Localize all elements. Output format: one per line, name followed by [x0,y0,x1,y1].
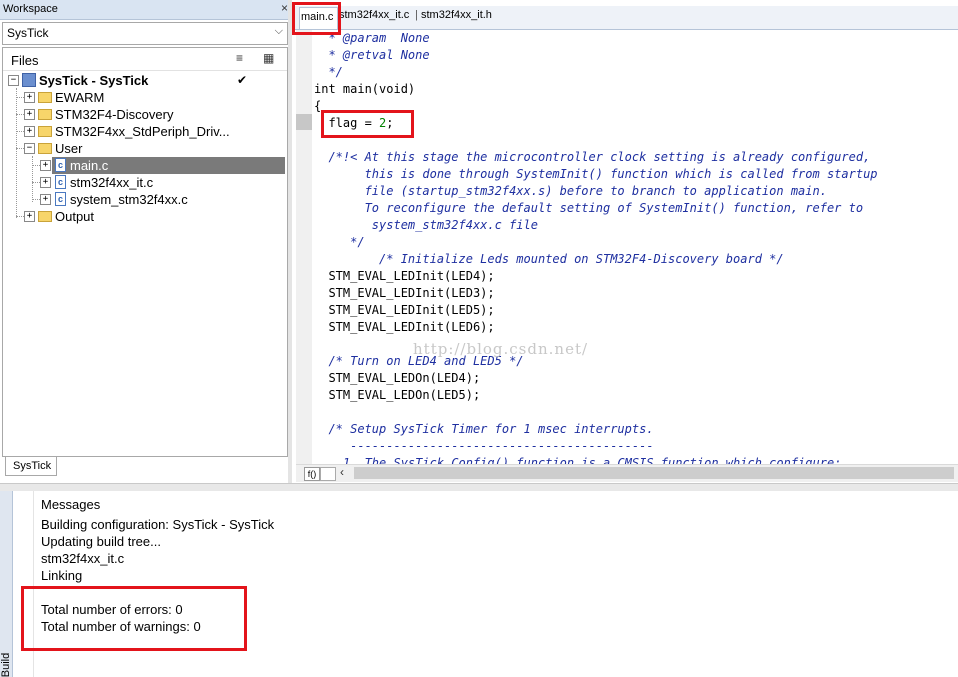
tree-item-ewarm[interactable]: + EWARM [3,89,285,106]
build-message[interactable]: Linking [41,568,82,583]
function-navigator-button[interactable]: f() [304,467,320,481]
tree-item-user[interactable]: − User [3,140,285,157]
code-line: */ [314,65,343,79]
settings-icon[interactable]: ▦ [263,51,274,65]
build-message[interactable]: stm32f4xx_it.c [41,551,124,566]
configuration-select[interactable]: SysTick ⌵ [2,22,288,45]
tree-item-label: main.c [70,158,109,173]
code-line: system_stm32f4xx.c file [314,218,538,232]
code-line: STM_EVAL_LEDOn(LED5); [314,388,481,402]
expand-icon[interactable]: + [40,177,51,188]
code-line: int main(void) [314,82,416,96]
code-line: STM_EVAL_LEDOn(LED4); [314,371,481,385]
code-editor[interactable]: * @param None * @retval None */ int main… [314,30,958,464]
tree-item-label: STM32F4xx_StdPeriph_Driv... [55,124,230,139]
tab-stm32f4xx-it-c[interactable]: stm32f4xx_it.c [339,9,409,21]
tree-item-label: Output [55,209,95,224]
folder-icon [38,109,52,120]
files-header: Files ≡ ▦ [3,48,287,71]
tree-item-label: STM32F4-Discovery [55,107,174,122]
messages-header: Messages [41,497,101,512]
collapse-icon[interactable]: − [8,75,19,86]
chevron-down-icon[interactable]: ⌵ [275,25,283,38]
code-line: STM_EVAL_LEDInit(LED4); [314,269,495,283]
build-tab-label: Build [0,652,13,677]
expand-icon[interactable]: + [40,194,51,205]
c-file-icon: c [55,175,66,189]
expand-icon[interactable]: + [24,92,35,103]
expand-icon[interactable]: + [24,126,35,137]
tab-separator: | [415,9,418,21]
folder-open-icon [38,143,52,154]
files-label: Files [11,53,39,68]
tree-item-discovery[interactable]: + STM32F4-Discovery [3,106,285,123]
tree-item-system-stm32f4xx-c[interactable]: + c system_stm32f4xx.c [3,191,285,208]
close-icon[interactable]: × [281,1,288,15]
tree-project-label: SysTick - SysTick [39,73,149,88]
expand-icon[interactable]: + [24,109,35,120]
workspace-title-bar: Workspace × [0,0,292,20]
scroll-box[interactable] [320,467,336,481]
configuration-value: SysTick [7,26,49,40]
annotation-box-tab [292,2,341,35]
code-line: ----------------------------------------… [314,439,654,453]
options-icon[interactable]: ≡ [236,51,243,65]
editor-gutter [296,30,312,464]
scroll-left-icon[interactable]: ‹ [340,465,344,479]
c-file-icon: c [55,192,66,206]
current-line-marker [296,114,312,130]
code-line: STM_EVAL_LEDInit(LED5); [314,303,495,317]
watermark-text: http://blog.csdn.net/ [413,340,589,358]
code-line: STM_EVAL_LEDInit(LED6); [314,320,495,334]
c-file-icon: c [55,158,66,172]
tree-item-label: system_stm32f4xx.c [70,192,188,207]
workspace-title: Workspace [3,3,58,15]
project-icon [22,73,36,87]
annotation-box-build-result [21,586,247,651]
tree-item-label: EWARM [55,90,105,105]
files-tree-panel: Files ≡ ▦ − SysTick - SysTick ✔ + EWARM … [2,47,288,457]
tree-project[interactable]: − SysTick - SysTick ✔ [3,72,285,89]
horizontal-scrollbar[interactable]: f() ‹ [296,464,958,482]
code-line: this is done through SystemInit() functi… [314,167,878,181]
tree-item-main-c[interactable]: + c main.c [40,157,285,174]
code-line: /* Initialize Leds mounted on STM32F4-Di… [314,252,784,266]
code-line: 1. The SysTick_Config() function is a CM… [314,456,842,464]
scrollbar-thumb[interactable] [354,467,954,479]
check-icon: ✔ [237,73,248,87]
expand-icon[interactable]: + [40,160,51,171]
expand-icon[interactable]: + [24,211,35,222]
folder-icon [38,211,52,222]
code-line: file (startup_stm32f4xx.s) before to bra… [314,184,827,198]
build-side-tab[interactable]: Build [0,491,13,677]
annotation-box-flag [321,110,414,138]
collapse-icon[interactable]: − [24,143,35,154]
code-line: /* Setup SysTick Timer for 1 msec interr… [314,422,654,436]
tree-item-label: User [55,141,83,156]
tree-item-label: stm32f4xx_it.c [70,175,154,190]
code-line: /*!< At this stage the microcontroller c… [314,150,871,164]
horizontal-splitter[interactable] [0,483,958,491]
workspace-tab-label: SysTick [13,460,52,472]
folder-icon [38,126,52,137]
build-message[interactable]: Building configuration: SysTick - SysTic… [41,517,274,532]
code-line: To reconfigure the default setting of Sy… [314,201,864,215]
editor-tab-bar: stm32f4xx_it.c | stm32f4xx_it.h [293,6,958,30]
tree-item-stdperiph[interactable]: + STM32F4xx_StdPeriph_Driv... [3,123,285,140]
code-line: * @retval None [314,48,430,62]
vertical-splitter[interactable] [288,0,292,485]
workspace-tab-systick[interactable]: SysTick [5,457,57,476]
build-message[interactable]: Updating build tree... [41,534,161,549]
code-line: STM_EVAL_LEDInit(LED3); [314,286,495,300]
tab-stm32f4xx-it-h[interactable]: stm32f4xx_it.h [421,9,492,21]
tree-item-output[interactable]: + Output [3,208,285,225]
code-line: */ [314,235,365,249]
folder-icon [38,92,52,103]
tree-item-stm32f4xx-it-c[interactable]: + c stm32f4xx_it.c [3,174,285,191]
